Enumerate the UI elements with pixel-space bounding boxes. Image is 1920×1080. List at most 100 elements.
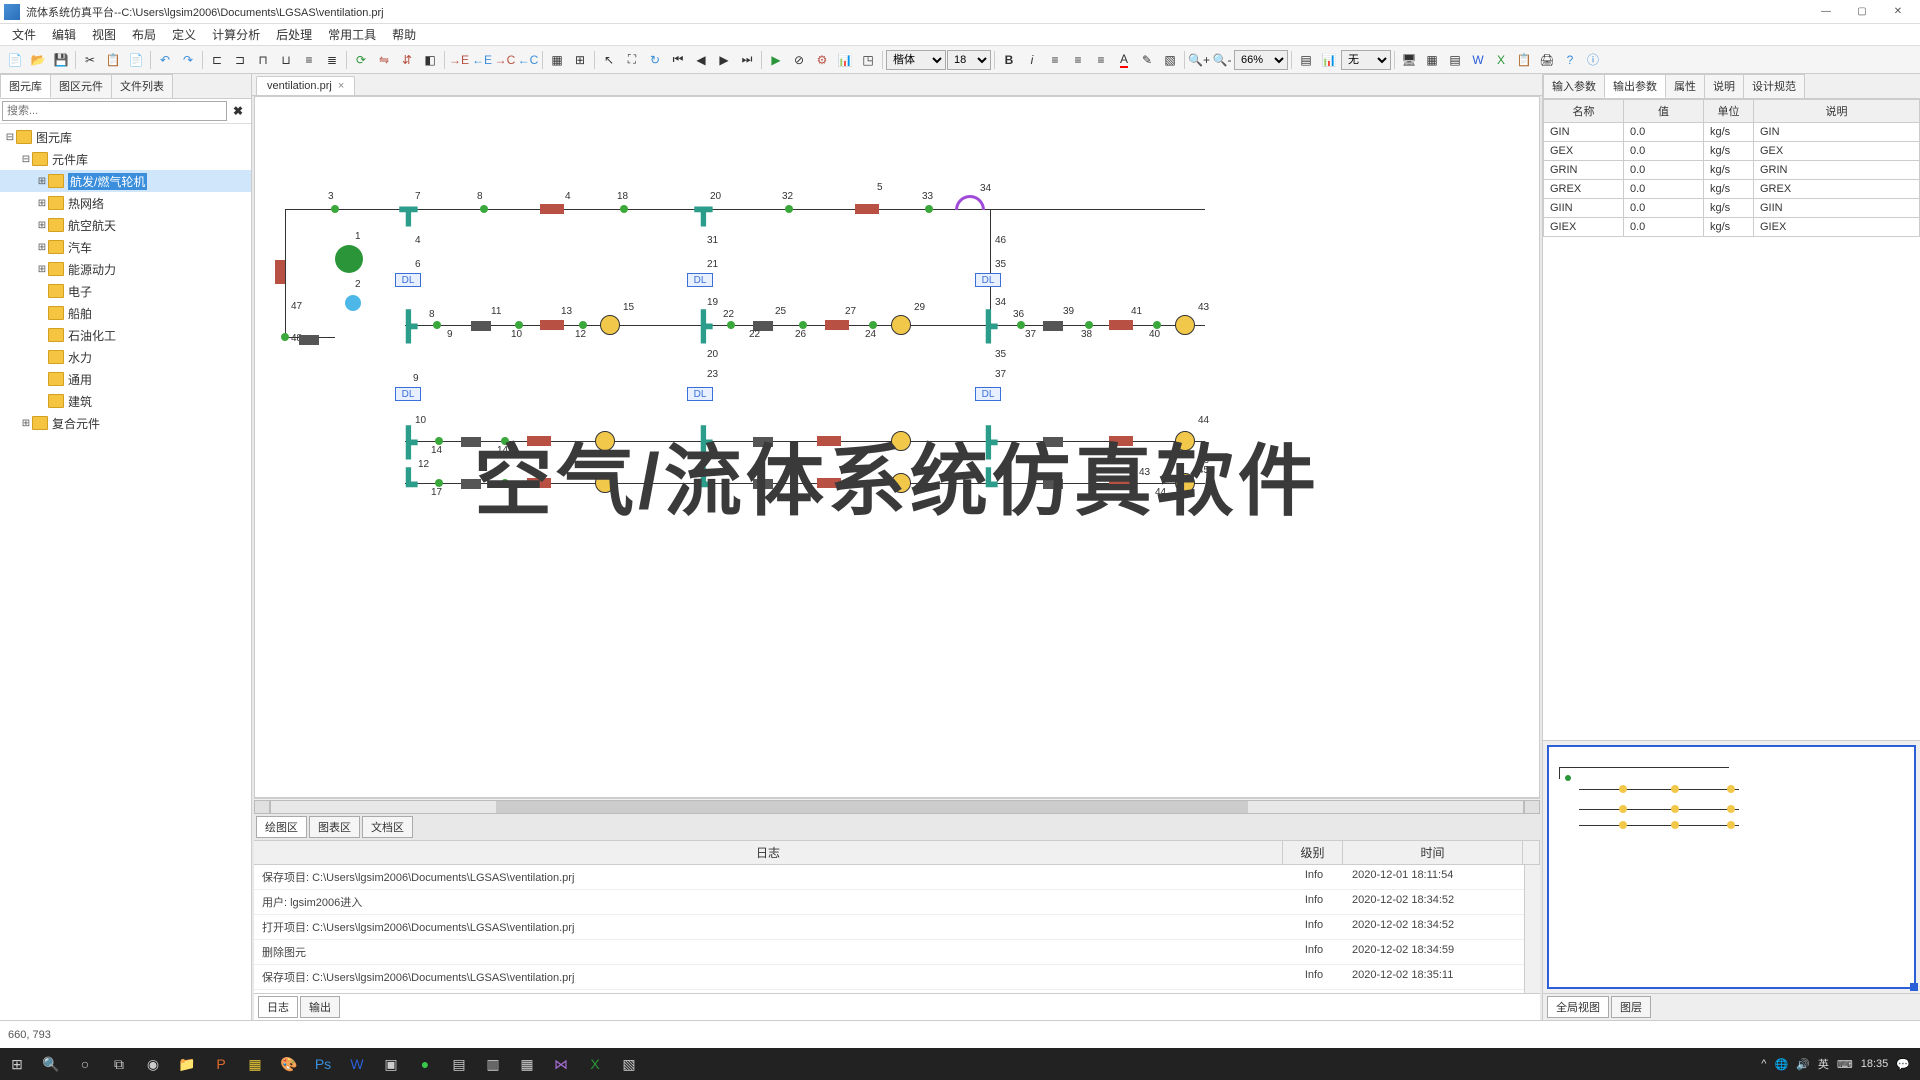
flip-h-icon[interactable]: ⇋: [373, 49, 395, 71]
table-row[interactable]: GREX0.0kg/sGREX: [1544, 180, 1920, 199]
e-arrow-right-icon[interactable]: →E: [448, 49, 470, 71]
app6-icon[interactable]: ▧: [612, 1050, 646, 1078]
excel-icon[interactable]: X: [578, 1050, 612, 1078]
info-icon[interactable]: ⓘ: [1582, 49, 1604, 71]
table-icon[interactable]: ⊞: [569, 49, 591, 71]
taskview-icon[interactable]: ⧉: [102, 1050, 136, 1078]
mirror-icon[interactable]: ◧: [419, 49, 441, 71]
sink[interactable]: [471, 321, 491, 331]
c-arrow-right-icon[interactable]: →C: [494, 49, 516, 71]
filter-component[interactable]: [540, 204, 564, 214]
save-icon[interactable]: 💾: [50, 49, 72, 71]
print-icon[interactable]: 🖨: [1536, 49, 1558, 71]
log-header-message[interactable]: 日志: [254, 841, 1283, 864]
menu-file[interactable]: 文件: [4, 24, 44, 45]
chart-icon[interactable]: 📊: [834, 49, 856, 71]
paste-icon[interactable]: 📄: [125, 49, 147, 71]
close-tab-icon[interactable]: ×: [338, 80, 344, 92]
tab-global-view[interactable]: 全局视图: [1547, 996, 1609, 1018]
layer-select[interactable]: 无: [1341, 50, 1391, 70]
ime-indicator[interactable]: 英: [1818, 1056, 1829, 1072]
clock[interactable]: 18:35: [1861, 1058, 1889, 1070]
log-body[interactable]: 保存项目: C:\Users\lgsim2006\Documents\LGSAS…: [254, 865, 1524, 993]
table-row[interactable]: GEX0.0kg/sGEX: [1544, 142, 1920, 161]
volume-icon[interactable]: 🔊: [1796, 1058, 1810, 1071]
tab-layers[interactable]: 图层: [1611, 996, 1651, 1018]
layers-icon[interactable]: ▤: [1295, 49, 1317, 71]
results-icon[interactable]: ◳: [857, 49, 879, 71]
notifications-icon[interactable]: 💬: [1896, 1058, 1910, 1071]
align-middle-icon[interactable]: ≡: [298, 49, 320, 71]
log-header-time[interactable]: 时间: [1343, 841, 1523, 864]
log-header-level[interactable]: 级别: [1283, 841, 1343, 864]
copy-icon[interactable]: 📋: [102, 49, 124, 71]
skip-back-icon[interactable]: ⏮: [667, 49, 689, 71]
stop-icon[interactable]: ⊘: [788, 49, 810, 71]
scroll-left-icon[interactable]: [254, 800, 270, 814]
wechat-icon[interactable]: ●: [408, 1050, 442, 1078]
zoom-out-icon[interactable]: 🔍-: [1211, 49, 1233, 71]
text-center-icon[interactable]: ≡: [1067, 49, 1089, 71]
menu-define[interactable]: 定义: [164, 24, 204, 45]
pump-component[interactable]: [345, 295, 361, 311]
tab-chart-area[interactable]: 图表区: [309, 816, 360, 838]
prev-icon[interactable]: ◀: [690, 49, 712, 71]
text-right-icon[interactable]: ≡: [1090, 49, 1112, 71]
skip-fwd-icon[interactable]: ⏭: [736, 49, 758, 71]
table-row[interactable]: GRIN0.0kg/sGRIN: [1544, 161, 1920, 180]
overview-canvas[interactable]: [1547, 745, 1916, 989]
help-icon[interactable]: ?: [1559, 49, 1581, 71]
filter-component[interactable]: [855, 204, 879, 214]
table-row[interactable]: GIN0.0kg/sGIN: [1544, 123, 1920, 142]
menu-layout[interactable]: 布局: [124, 24, 164, 45]
menu-view[interactable]: 视图: [84, 24, 124, 45]
start-icon[interactable]: ⊞: [0, 1050, 34, 1078]
app5-icon[interactable]: ▦: [510, 1050, 544, 1078]
doc-tab-ventilation[interactable]: ventilation.prj ×: [256, 76, 355, 95]
c-arrow-left-icon[interactable]: ←C: [517, 49, 539, 71]
damper-dl[interactable]: DL: [687, 273, 713, 287]
align-top-icon[interactable]: ⊔: [275, 49, 297, 71]
menu-edit[interactable]: 编辑: [44, 24, 84, 45]
zoom-in-icon[interactable]: 🔍+: [1188, 49, 1210, 71]
ime-button-icon[interactable]: ⌨: [1837, 1058, 1853, 1071]
redo-icon[interactable]: ↷: [177, 49, 199, 71]
clear-search-icon[interactable]: ✖: [227, 101, 249, 121]
component-tree[interactable]: ⊟图元库 ⊟元件库 ⊞航发/燃气轮机 ⊞热网络 ⊞航空航天 ⊞汽车 ⊞能源动力 …: [0, 124, 251, 1020]
arc-component[interactable]: [955, 195, 985, 210]
cut-icon[interactable]: ✂: [79, 49, 101, 71]
valve[interactable]: [600, 315, 620, 335]
play-icon[interactable]: ▶: [765, 49, 787, 71]
tab-draw-area[interactable]: 绘图区: [256, 816, 307, 838]
schematic-canvas[interactable]: 1 2 3 ┳ 7 8 4 18 ┳ 20 32 5 33 34 DL: [254, 96, 1540, 798]
font-size-select[interactable]: 18: [947, 50, 991, 70]
word-icon[interactable]: W: [1467, 49, 1489, 71]
close-button[interactable]: ✕: [1880, 2, 1916, 22]
fill-color-icon[interactable]: ▧: [1159, 49, 1181, 71]
text-left-icon[interactable]: ≡: [1044, 49, 1066, 71]
app2-icon[interactable]: ▣: [374, 1050, 408, 1078]
clipboard-icon[interactable]: 📋: [1513, 49, 1535, 71]
font-color-icon[interactable]: A: [1113, 49, 1135, 71]
color-chart-icon[interactable]: 📊: [1318, 49, 1340, 71]
tab-doc-area[interactable]: 文档区: [362, 816, 413, 838]
undo-icon[interactable]: ↶: [154, 49, 176, 71]
new-icon[interactable]: 📄: [4, 49, 26, 71]
settings-icon[interactable]: ⚙: [811, 49, 833, 71]
app-icon[interactable]: ▦: [238, 1050, 272, 1078]
damper-dl[interactable]: DL: [975, 273, 1001, 287]
open-icon[interactable]: 📂: [27, 49, 49, 71]
search-icon[interactable]: 🔍: [34, 1050, 68, 1078]
chrome-icon[interactable]: ◉: [136, 1050, 170, 1078]
fan-component[interactable]: [335, 245, 363, 273]
align-right-icon[interactable]: ⊓: [252, 49, 274, 71]
align-left-icon[interactable]: ⊏: [206, 49, 228, 71]
menu-help[interactable]: 帮助: [384, 24, 424, 45]
app3-icon[interactable]: ▤: [442, 1050, 476, 1078]
fullscreen-icon[interactable]: ⛶: [621, 49, 643, 71]
tab-output[interactable]: 输出: [300, 996, 340, 1018]
col-unit[interactable]: 单位: [1704, 100, 1754, 123]
monitor-icon[interactable]: 🖥: [1398, 49, 1420, 71]
tab-input-params[interactable]: 输入参数: [1543, 74, 1605, 98]
align-bottom-icon[interactable]: ≣: [321, 49, 343, 71]
